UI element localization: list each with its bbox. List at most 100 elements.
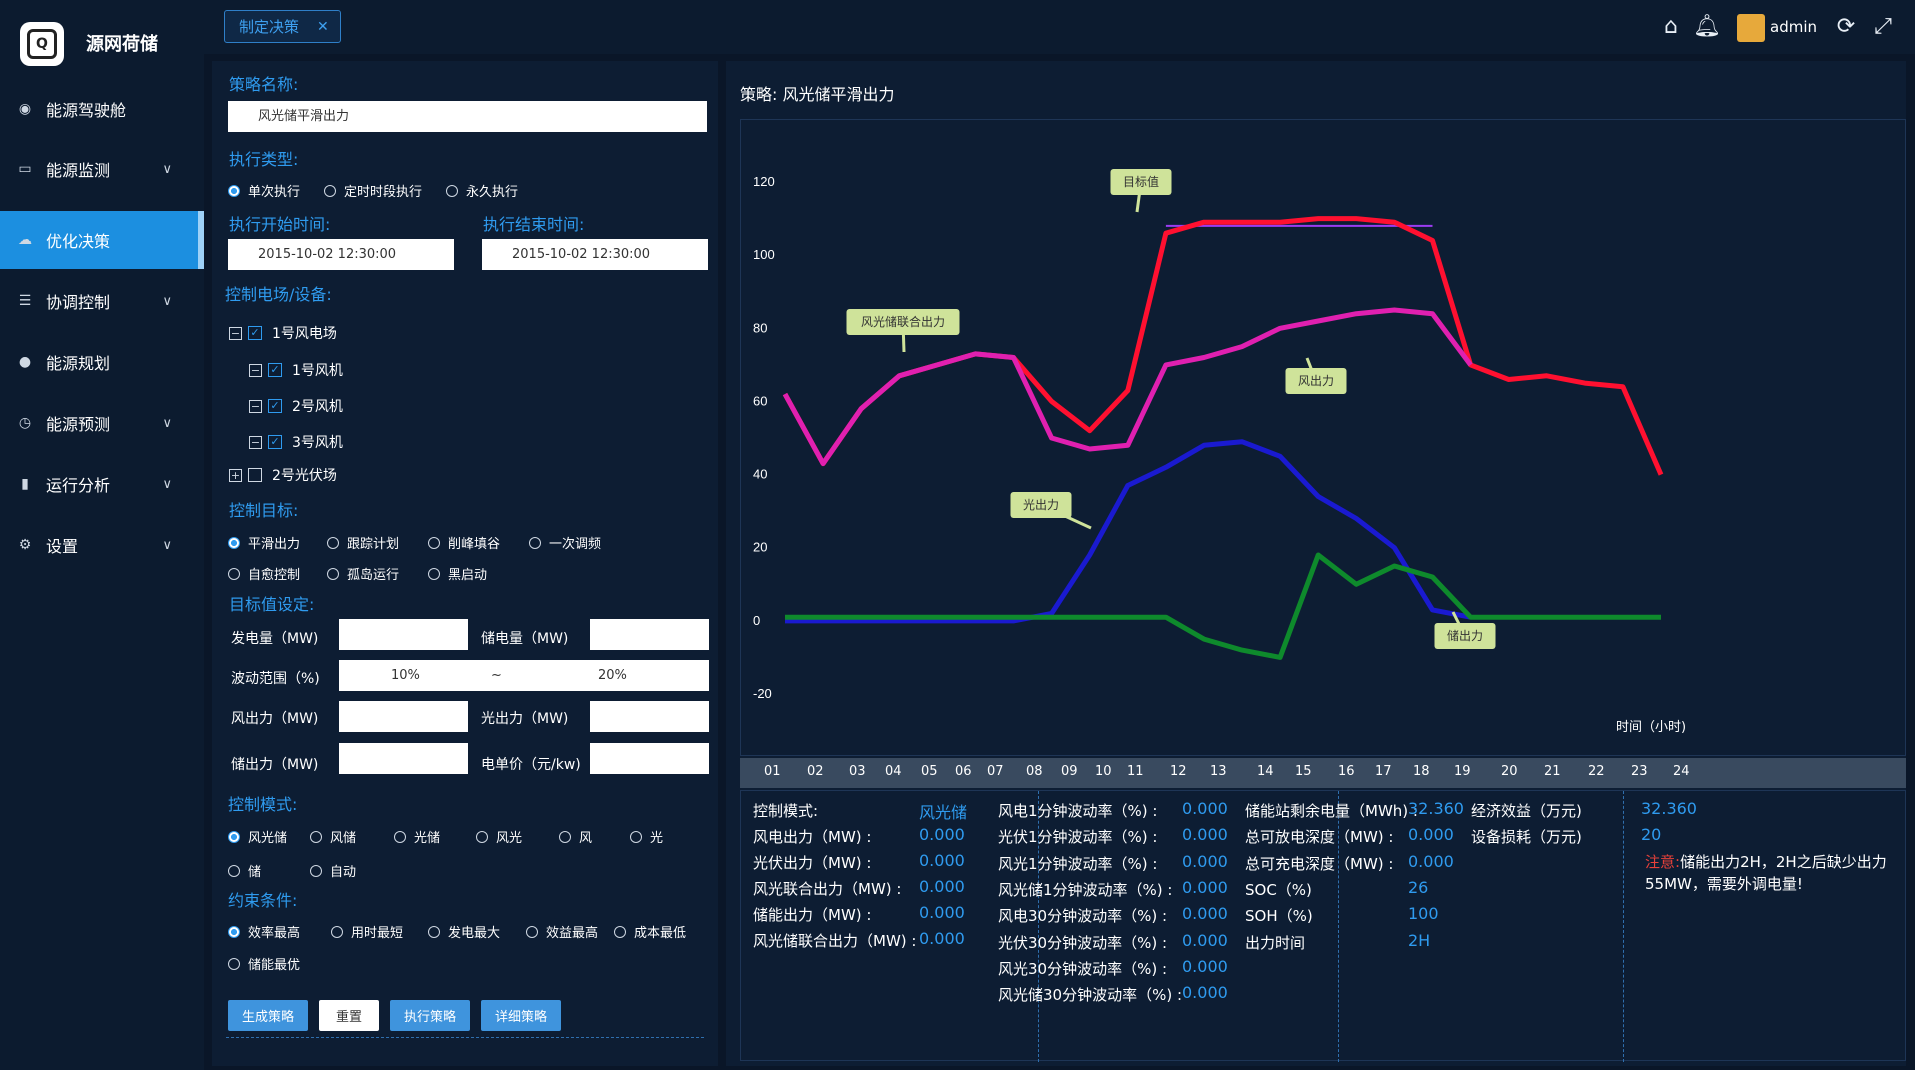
sidebar-item-cockpit[interactable]: ◉ 能源驾驶舱 [0, 80, 204, 138]
mode-wind-storage-radio[interactable]: 风储 [310, 827, 356, 846]
exec-type-permanent-radio[interactable]: 永久执行 [446, 181, 518, 200]
mode-storage-radio[interactable]: 储 [228, 861, 261, 880]
tree-node-solar-farm-2[interactable]: +2号光伏场 [229, 465, 337, 485]
tab-make-decision[interactable]: 制定决策 ✕ [224, 10, 341, 43]
x-tick-label: 19 [1454, 764, 1471, 779]
power-chart: 120 100 80 60 40 20 0 -20 时间（小时) 目标值 风光储联合出力 风出力 光出力… [740, 119, 1906, 756]
strategy-form: 策略名称: 风光储平滑出力 执行类型: 单次执行 定时时段执行 永久执行 执行开… [212, 61, 718, 1066]
x-tick-label: 15 [1295, 764, 1312, 779]
sidebar-item-settings[interactable]: ⚙ 设置 ∨ [0, 516, 204, 574]
x-tick-label: 08 [1026, 764, 1043, 779]
target-smooth-radio[interactable]: 平滑出力 [228, 533, 300, 552]
y-tick-label: 0 [753, 613, 760, 628]
checkbox-checked: ✓ [268, 435, 282, 449]
wind-input[interactable] [339, 701, 468, 732]
stat-value: 2H [1408, 930, 1431, 950]
start-time-input[interactable]: 2015-10-02 12:30:00 [228, 239, 454, 270]
home-icon[interactable]: ⌂ [1658, 14, 1684, 40]
storage-input[interactable] [339, 743, 468, 774]
checkbox-checked: ✓ [268, 399, 282, 413]
refresh-icon[interactable]: ⟳ [1833, 14, 1859, 40]
mode-solar-storage-radio[interactable]: 光储 [394, 827, 440, 846]
generate-strategy-button[interactable]: 生成策略 [228, 1000, 308, 1031]
sidebar-item-monitor[interactable]: ▭ 能源监测 ∨ [0, 140, 204, 198]
mode-solar-radio[interactable]: 光 [630, 827, 663, 846]
tree-node-wind-farm-1[interactable]: − ✓ 1号风电场 [229, 323, 337, 343]
target-freq-radio[interactable]: 一次调频 [529, 533, 601, 552]
mode-wind-solar-radio[interactable]: 风光 [476, 827, 522, 846]
sidebar-item-coordinate[interactable]: ☰ 协调控制 ∨ [0, 272, 204, 330]
sidebar-item-planning[interactable]: ● 能源规划 [0, 333, 204, 391]
constraint-efficiency-radio[interactable]: 效率最高 [228, 922, 300, 941]
tree-node-turbine-1[interactable]: − ✓ 1号风机 [249, 360, 343, 380]
target-black-start-radio[interactable]: 黑启动 [428, 564, 487, 583]
x-tick-label: 07 [987, 764, 1004, 779]
solar-input[interactable] [590, 701, 709, 732]
stat-value: 0.000 [919, 903, 965, 922]
execute-strategy-button[interactable]: 执行策略 [390, 1000, 470, 1031]
series-line [785, 552, 1661, 660]
price-input[interactable] [590, 743, 709, 774]
sidebar-item-analysis[interactable]: ▮ 运行分析 ∨ [0, 455, 204, 513]
reset-button[interactable]: 重置 [319, 1000, 379, 1031]
constraint-storage-radio[interactable]: 储能最优 [228, 954, 300, 973]
y-tick-label: 120 [753, 174, 775, 189]
stat-value: 26 [1408, 877, 1429, 897]
sidebar-item-label: 能源预测 [46, 415, 111, 434]
exec-type-single-radio[interactable]: 单次执行 [228, 181, 300, 200]
stat-value: 20 [1641, 825, 1662, 844]
stat-value: 0.000 [1182, 825, 1228, 845]
stat-label: 出力时间 [1245, 933, 1306, 952]
sidebar-item-label: 能源规划 [46, 354, 111, 373]
sidebar-item-forecast[interactable]: ◷ 能源预测 ∨ [0, 394, 204, 452]
annotation-label: 目标值 [1123, 174, 1159, 189]
chart-annotation: 风出力 [1285, 357, 1347, 394]
target-peak-radio[interactable]: 削峰填谷 [428, 533, 500, 552]
exec-type-timed-radio[interactable]: 定时时段执行 [324, 181, 422, 200]
constraint-time-radio[interactable]: 用时最短 [331, 922, 403, 941]
user-name[interactable]: admin [1770, 18, 1817, 36]
checkbox-unchecked [248, 468, 262, 482]
stat-label: 光伏30分钟波动率（%) : [998, 933, 1168, 952]
stat-label: 风光储联合出力（MW) : [753, 932, 917, 950]
target-track-radio[interactable]: 跟踪计划 [327, 533, 399, 552]
constraint-cost-radio[interactable]: 成本最低 [614, 922, 686, 941]
stat-label: 储能站剩余电量（MWh) : [1245, 802, 1418, 820]
stat-label: 储能出力（MW) : [753, 906, 872, 924]
gen-input[interactable] [339, 619, 468, 650]
store-input[interactable] [590, 619, 709, 650]
constraint-label: 约束条件: [228, 891, 298, 910]
bell-icon[interactable]: 🔔︎ [1693, 14, 1721, 40]
app-logo[interactable]: Q [20, 22, 64, 66]
stat-label: 总可充电深度（MW) : [1245, 854, 1394, 873]
stat-label: 风光联合出力（MW) : [753, 880, 902, 898]
annotation-label: 风光储联合出力 [861, 314, 945, 329]
fullscreen-icon[interactable]: ⤢ [1870, 14, 1896, 40]
sidebar-item-optimize[interactable]: ☁ 优化决策 [0, 211, 204, 269]
range-input[interactable]: 10% ~ 20% [339, 660, 709, 691]
series-line [785, 439, 1472, 624]
mode-wind-solar-storage-radio[interactable]: 风光储 [228, 827, 287, 846]
target-label: 控制目标: [229, 501, 299, 520]
tree-node-turbine-3[interactable]: − ✓ 3号风机 [249, 432, 343, 452]
mode-auto-radio[interactable]: 自动 [310, 861, 356, 880]
brand-name: 源网荷储 [86, 34, 158, 55]
close-icon[interactable]: ✕ [317, 19, 329, 35]
constraint-benefit-radio[interactable]: 效益最高 [526, 922, 598, 941]
end-time-input[interactable]: 2015-10-02 12:30:00 [482, 239, 708, 270]
chevron-down-icon: ∨ [162, 476, 172, 492]
constraint-gen-radio[interactable]: 发电最大 [428, 922, 500, 941]
gear-icon: ⚙ [18, 537, 32, 553]
stat-label: 经济效益（万元) [1471, 802, 1582, 820]
x-axis-bar: 01 02 03 04 05 06 07 08 09 10 11 12 13 14 15 16 17 18 19 20… [740, 758, 1906, 788]
tree-node-turbine-2[interactable]: − ✓ 2号风机 [249, 396, 343, 416]
mode-wind-radio[interactable]: 风 [559, 827, 592, 846]
strategy-name-input[interactable]: 风光储平滑出力 [228, 101, 707, 132]
logo-mark: Q [27, 29, 57, 59]
target-self-heal-radio[interactable]: 自愈控制 [228, 564, 300, 583]
detail-strategy-button[interactable]: 详细策略 [481, 1000, 561, 1031]
divider [226, 1037, 704, 1038]
target-island-radio[interactable]: 孤岛运行 [327, 564, 399, 583]
avatar[interactable] [1737, 14, 1765, 42]
stats-panel: 控制模式: 风光储 风电出力（MW) :0.000 光伏出力（MW) :0.000 风光… [740, 790, 1906, 1062]
